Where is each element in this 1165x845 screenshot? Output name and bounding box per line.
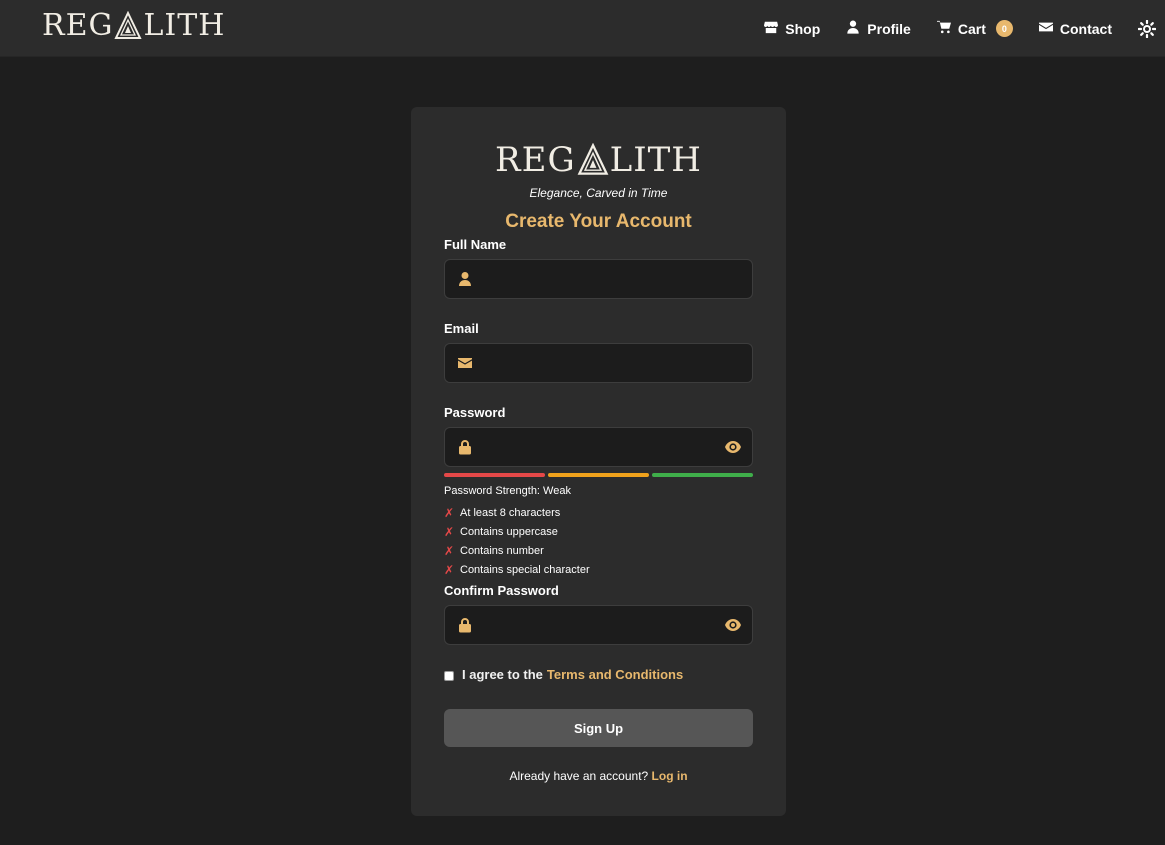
full-name-label: Full Name (444, 237, 507, 252)
email-field[interactable] (444, 343, 753, 383)
cart-count-badge: 0 (995, 20, 1013, 37)
page-title: Create Your Account (505, 211, 692, 232)
requirement-item: ✗ Contains uppercase (444, 525, 558, 539)
user-icon (846, 20, 860, 37)
signup-card: REG LITH Elegance, Carved in Time Create… (411, 107, 786, 816)
email-input[interactable] (483, 344, 713, 382)
confirm-password-input[interactable] (483, 606, 713, 644)
full-name-input[interactable] (483, 260, 713, 298)
password-strength-meter (444, 473, 753, 477)
requirement-label: At least 8 characters (460, 507, 561, 519)
requirement-label: Contains special character (460, 564, 590, 576)
full-name-field[interactable] (444, 259, 753, 299)
password-input[interactable] (483, 428, 713, 466)
password-label: Password (444, 405, 506, 420)
user-icon (458, 271, 472, 287)
requirement-item: ✗ Contains number (444, 544, 544, 558)
login-prompt: Already have an account? Log in (411, 769, 786, 783)
cross-icon: ✗ (444, 525, 455, 539)
strength-bar-weak (444, 473, 545, 477)
logo-mark-icon (577, 142, 609, 177)
requirement-item: ✗ At least 8 characters (444, 506, 560, 520)
terms-agreement: I agree to the Terms and Conditions (444, 667, 683, 682)
nav-contact[interactable]: Contact (1038, 20, 1112, 37)
terms-prefix: I agree to the (462, 667, 543, 682)
brand-logo[interactable]: REG LITH (42, 8, 225, 44)
sun-icon (1137, 19, 1157, 42)
envelope-icon (1038, 20, 1053, 37)
cross-icon: ✗ (444, 563, 455, 577)
cross-icon: ✗ (444, 506, 455, 520)
cart-icon (936, 20, 951, 37)
password-field[interactable] (444, 427, 753, 467)
nav-profile[interactable]: Profile (846, 20, 911, 37)
eye-icon[interactable] (725, 618, 741, 632)
eye-icon[interactable] (725, 440, 741, 454)
terms-link[interactable]: Terms and Conditions (547, 667, 683, 682)
cross-icon: ✗ (444, 544, 455, 558)
card-logo: REG LITH (411, 140, 786, 180)
strength-bar-strong (652, 473, 753, 477)
confirm-password-field[interactable] (444, 605, 753, 645)
top-navbar: REG LITH Shop Profile Cart 0 Contact (0, 0, 1165, 57)
requirement-label: Contains number (460, 545, 544, 557)
requirement-label: Contains uppercase (460, 526, 558, 538)
store-icon (764, 20, 779, 37)
sign-up-button[interactable]: Sign Up (444, 709, 753, 747)
confirm-password-label: Confirm Password (444, 583, 559, 598)
nav-shop[interactable]: Shop (764, 20, 820, 37)
login-link[interactable]: Log in (652, 769, 688, 783)
lock-icon (458, 439, 472, 455)
email-label: Email (444, 321, 479, 336)
nav-contact-label: Contact (1059, 20, 1112, 37)
nav-links: Shop Profile Cart 0 Contact (764, 0, 1165, 57)
brand-text-right: LITH (143, 8, 226, 43)
brand-text-left: REG (42, 8, 114, 43)
theme-toggle-button[interactable] (1137, 19, 1157, 38)
envelope-icon (458, 355, 472, 371)
tagline: Elegance, Carved in Time (529, 186, 668, 200)
login-prefix: Already have an account? (509, 769, 649, 783)
strength-bar-medium (548, 473, 649, 477)
nav-cart-label: Cart (957, 20, 986, 37)
terms-checkbox[interactable] (444, 671, 454, 681)
lock-icon (458, 617, 472, 633)
nav-profile-label: Profile (867, 20, 911, 37)
requirement-item: ✗ Contains special character (444, 563, 590, 577)
card-logo-text-right: LITH (609, 140, 702, 180)
password-strength-text: Password Strength: Weak (444, 485, 571, 497)
nav-shop-label: Shop (785, 20, 821, 37)
nav-cart[interactable]: Cart 0 (936, 20, 1013, 37)
brand-mark-icon (114, 10, 143, 41)
card-logo-text-left: REG (495, 140, 576, 180)
